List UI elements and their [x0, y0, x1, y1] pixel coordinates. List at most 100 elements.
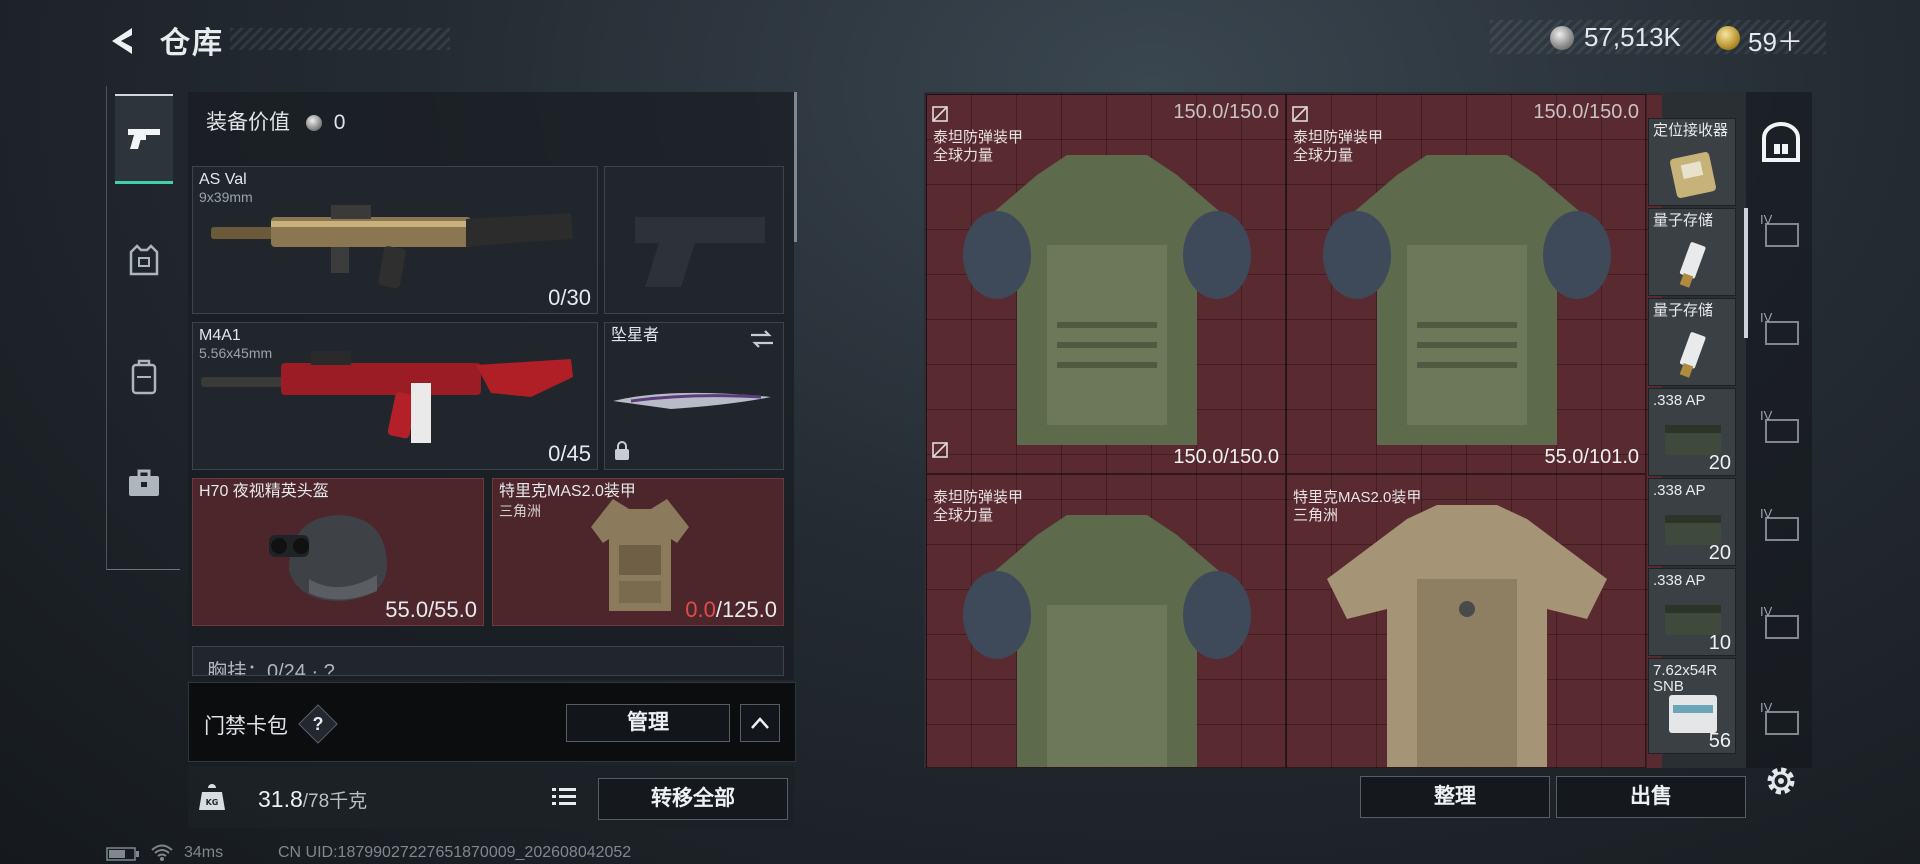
back-arrow-icon — [112, 28, 132, 54]
stash-item[interactable]: 150.0/150.0 泰坦防弹装甲 全球力量 55.0/101.0 — [1286, 94, 1646, 474]
loadout-scrollbar[interactable] — [794, 92, 797, 242]
swap-icon[interactable] — [749, 329, 775, 349]
pistol-icon — [128, 128, 160, 149]
armor-image — [963, 155, 1251, 445]
item-name: 泰坦防弹装甲 — [1293, 129, 1384, 146]
list-icon — [552, 788, 576, 805]
list-view-button[interactable] — [550, 784, 584, 814]
item-name: 定位接收器 — [1653, 122, 1729, 139]
stash-small-item[interactable]: 量子存储 — [1648, 298, 1736, 386]
item-name: 量子存储 — [1653, 212, 1714, 229]
battery-icon — [106, 847, 139, 861]
weight-icon: KG — [199, 784, 225, 810]
stash-small-item[interactable]: .338 AP 10 — [1648, 568, 1736, 656]
tier-label: IV — [1760, 408, 1773, 423]
tier-label: IV — [1760, 700, 1773, 715]
stash-item[interactable]: 泰坦防弹装甲 全球力量 — [926, 474, 1286, 768]
no-insure-icon — [932, 442, 948, 458]
item-count: 56 — [1708, 730, 1731, 752]
no-insure-icon — [932, 106, 948, 122]
usb-drive-image — [1679, 242, 1706, 288]
armor-durability-max: /125.0 — [715, 597, 777, 622]
helmet-image — [269, 515, 387, 601]
backpack-icon — [131, 359, 157, 395]
knife-image — [613, 392, 771, 409]
nav-backpack[interactable] — [115, 332, 173, 422]
armor-durability: 150.0/150.0 — [1173, 101, 1279, 123]
tier-label: IV — [1760, 604, 1773, 619]
stash-small-item[interactable]: 量子存储 — [1648, 208, 1736, 296]
chest-rig-slot[interactable]: 胸挂：0/24 · ? — [192, 646, 784, 676]
melee-slot[interactable]: 坠星者 — [604, 322, 784, 470]
equipment-value: 装备价值 0 — [206, 106, 345, 136]
holster-slot[interactable] — [604, 166, 784, 314]
collapse-button[interactable] — [740, 704, 780, 742]
transfer-all-button[interactable]: 转移全部 — [598, 778, 788, 820]
item-name: 量子存储 — [1653, 302, 1714, 319]
stash-small-item[interactable]: .338 AP 20 — [1648, 388, 1736, 476]
stash-item[interactable]: 150.0/150.0 泰坦防弹装甲 全球力量 150.0/150.0 — [926, 94, 1286, 474]
weight-value: 31.8/78千克 — [258, 786, 367, 813]
armor-image — [963, 515, 1251, 767]
tier-label: IV — [1760, 310, 1773, 325]
helmet-durability: 55.0/55.0 — [385, 597, 477, 622]
ping-value: 34ms — [184, 844, 224, 861]
silver-balance[interactable]: 57,513K — [1584, 22, 1681, 53]
stash-icon — [1762, 122, 1800, 162]
silver-coin-icon — [305, 115, 322, 132]
uid-text: CN UID:18799027227651870009_202608042052 — [278, 844, 632, 861]
weapon-ammo: 0/45 — [548, 441, 591, 466]
armor-durability-current: 0.0 — [685, 597, 716, 622]
container-slot[interactable]: IV — [1760, 408, 1804, 448]
gold-balance[interactable]: 59＋ — [1748, 22, 1803, 59]
chest-rig-label: 胸挂：0/24 · ? — [207, 661, 335, 676]
item-name: .338 AP — [1653, 482, 1706, 499]
container-slot[interactable]: IV — [1760, 212, 1804, 252]
container-slot[interactable]: IV — [1760, 700, 1804, 740]
no-insure-icon — [1292, 106, 1308, 122]
armor-image — [591, 499, 689, 611]
container-slot[interactable]: IV — [1760, 604, 1804, 644]
rifle-image — [211, 205, 573, 289]
title-decoration — [230, 28, 450, 50]
tier-label: IV — [1760, 212, 1773, 227]
item-name: 泰坦防弹装甲 — [933, 489, 1024, 506]
equipment-value-amount: 0 — [333, 111, 346, 134]
container-slot[interactable]: IV — [1760, 506, 1804, 546]
page-title: 仓库 — [160, 27, 224, 60]
briefcase-icon — [129, 469, 159, 496]
stash-item[interactable]: 特里克MAS2.0装甲 三角洲 — [1286, 474, 1646, 768]
armor-image — [1323, 155, 1611, 445]
wifi-icon — [151, 844, 173, 861]
armor-slot[interactable]: 特里克MAS2.0装甲 三角洲 0.0/125.0 — [492, 478, 784, 626]
tier-label: IV — [1760, 506, 1773, 521]
keycard-bag-label: 门禁卡包 — [204, 715, 288, 738]
equipment-value-label: 装备价值 — [206, 111, 290, 134]
stash-tab-button[interactable] — [1760, 122, 1802, 164]
gold-coin-icon — [1716, 26, 1740, 50]
sort-button[interactable]: 整理 — [1360, 776, 1550, 818]
stash-small-item[interactable]: 7.62x54R SNB 56 — [1648, 658, 1736, 754]
primary-weapon-slot[interactable]: AS Val 9x39mm 0/30 — [192, 166, 598, 314]
back-button[interactable] — [104, 22, 142, 60]
nav-case[interactable] — [115, 438, 173, 528]
receiver-image — [1670, 152, 1716, 198]
armor-faction: 三角洲 — [499, 503, 541, 519]
armor-durability: 0.0/125.0 — [685, 597, 777, 623]
item-name: .338 AP — [1653, 572, 1706, 589]
nav-armor[interactable] — [115, 216, 173, 306]
usb-drive-image — [1679, 332, 1706, 378]
container-slot[interactable]: IV — [1760, 310, 1804, 350]
nav-weapons[interactable] — [115, 94, 173, 184]
secondary-weapon-slot[interactable]: M4A1 5.56x45mm 0/45 — [192, 322, 598, 470]
helmet-slot[interactable]: H70 夜视精英头盔 55.0/55.0 — [192, 478, 484, 626]
stash-small-item[interactable]: 定位接收器 — [1648, 118, 1736, 206]
rifle-image — [201, 351, 573, 443]
settings-button[interactable] — [1762, 762, 1800, 800]
item-count: 10 — [1708, 632, 1731, 654]
stash-scrollbar[interactable] — [1744, 208, 1748, 338]
manage-button[interactable]: 管理 — [566, 704, 730, 742]
stash-small-item[interactable]: .338 AP 20 — [1648, 478, 1736, 566]
sell-button[interactable]: 出售 — [1556, 776, 1746, 818]
help-icon[interactable]: ? — [304, 710, 332, 738]
